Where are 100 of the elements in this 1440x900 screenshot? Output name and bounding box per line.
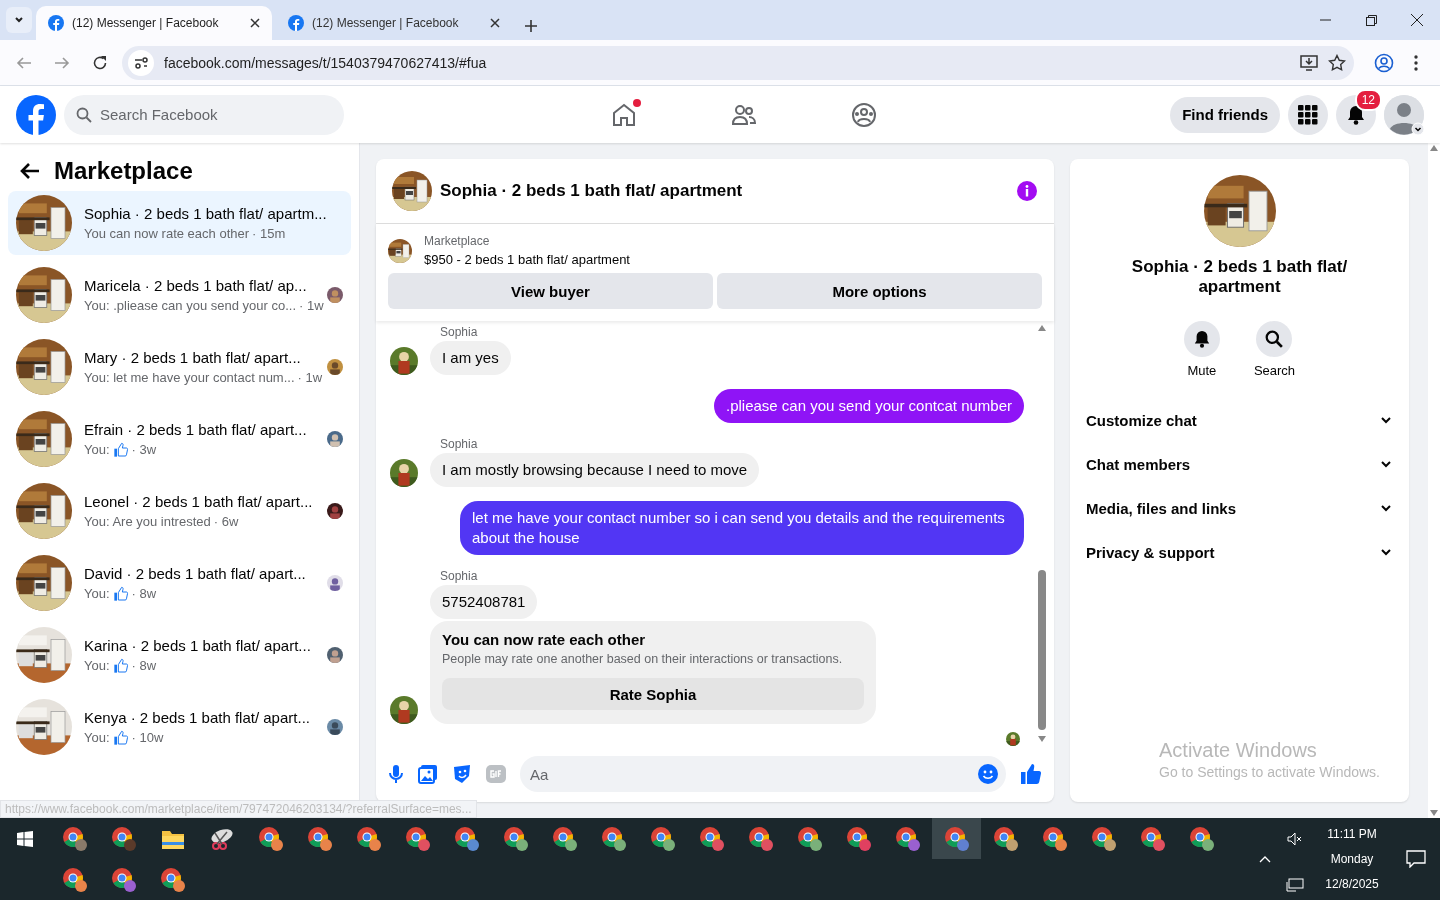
browser-icon[interactable]	[845, 825, 872, 852]
windows-start-icon[interactable]	[17, 830, 33, 847]
conversation-item[interactable]: Sophia · 2 beds 1 bath flat/ apartm... You can now rate each other · 15m	[8, 191, 351, 255]
profile-icon[interactable]	[1374, 52, 1394, 73]
chevron-up-icon[interactable]	[1259, 855, 1271, 863]
emoji-icon[interactable]	[978, 764, 998, 784]
groups-icon[interactable]	[851, 101, 877, 128]
message-time: · 6w	[213, 514, 239, 529]
close-icon[interactable]	[1411, 14, 1423, 26]
restore-icon[interactable]	[1365, 14, 1377, 26]
search-icon	[76, 106, 92, 123]
facebook-logo[interactable]	[16, 94, 56, 135]
browser-icon[interactable]	[502, 825, 529, 852]
search-button[interactable]	[1256, 321, 1293, 357]
browser-icon[interactable]	[61, 866, 88, 893]
conversation-item[interactable]: David · 2 beds 1 bath flat/ apart... You: · 8w	[8, 551, 351, 615]
browser-icon[interactable]	[747, 825, 774, 852]
conversation-title: Efrain · 2 beds 1 bath flat/ apart...	[84, 420, 308, 438]
browser-icon[interactable]	[110, 825, 137, 852]
conversation-item[interactable]: Karina · 2 beds 1 bath flat/ apart... You: · 8w	[8, 623, 351, 687]
scrollbar-thumb[interactable]	[1038, 570, 1046, 730]
account-button[interactable]	[1384, 94, 1424, 135]
network-icon[interactable]	[1286, 878, 1304, 892]
listing-label: Marketplace	[424, 234, 491, 248]
mute-button[interactable]	[1183, 321, 1220, 357]
tab-search-button[interactable]	[6, 7, 32, 33]
conversation-item[interactable]: Kenya · 2 beds 1 bath flat/ apart... You: · 10w	[8, 695, 351, 759]
browser-icon[interactable]	[796, 825, 823, 852]
site-settings-icon[interactable]	[128, 49, 154, 76]
browser-icon[interactable]	[600, 825, 627, 852]
more-icon[interactable]	[1414, 54, 1418, 71]
listing-button[interactable]: View buyer	[388, 273, 713, 309]
browser-icon[interactable]	[355, 825, 382, 852]
scroll-up-arrow[interactable]	[1038, 325, 1046, 331]
details-section[interactable]: Media, files and links	[1070, 486, 1409, 530]
browser-icon[interactable]	[1188, 825, 1215, 852]
install-app-icon[interactable]	[1300, 53, 1318, 72]
message-preview: You:	[84, 658, 110, 673]
new-tab-button[interactable]	[524, 19, 538, 33]
clock-date[interactable]: 12/8/2025	[1325, 876, 1379, 891]
chat-title: Sophia · 2 beds 1 bath flat/ apartment	[440, 181, 744, 201]
clock-day[interactable]: Monday	[1330, 852, 1374, 866]
find-friends-button[interactable]: Find friends	[1170, 96, 1280, 133]
message-time: · 1w	[299, 298, 324, 313]
browser-tab[interactable]: (12) Messenger | Facebook	[36, 6, 272, 40]
image-icon[interactable]	[418, 764, 438, 784]
home-icon[interactable]	[611, 101, 637, 128]
activation-text: Go to Settings to activate Windows.	[1159, 764, 1380, 780]
browser-icon[interactable]	[257, 825, 284, 852]
search-field[interactable]: Search Facebook	[64, 94, 344, 135]
browser-icon[interactable]	[453, 825, 480, 852]
message-preview: You: Are you intrested	[84, 514, 211, 529]
star-icon[interactable]	[1328, 53, 1346, 72]
browser-icon[interactable]	[894, 825, 921, 852]
notification-icon[interactable]	[1406, 850, 1426, 868]
scroll-up-arrow[interactable]	[1430, 145, 1438, 151]
clock-time[interactable]: 11:11 PM	[1327, 827, 1377, 842]
browser-icon[interactable]	[61, 825, 88, 852]
microphone-icon[interactable]	[388, 764, 404, 784]
conversation-item[interactable]: Mary · 2 beds 1 bath flat/ apart... You: let me have your contact num... · 1w	[8, 335, 351, 399]
sender-name: Sophia	[440, 325, 479, 339]
details-section[interactable]: Chat members	[1070, 442, 1409, 486]
browser-icon[interactable]	[1090, 825, 1117, 852]
rate-button[interactable]: Rate Sophia	[442, 678, 864, 710]
menu-button[interactable]	[1288, 94, 1328, 135]
browser-icon[interactable]	[1041, 825, 1068, 852]
conversation-item[interactable]: Maricela · 2 beds 1 bath flat/ ap... You: .pliease can you send your co... · 1w	[8, 263, 351, 327]
info-icon[interactable]	[1016, 180, 1038, 202]
browser-icon[interactable]	[306, 825, 333, 852]
browser-icon[interactable]	[1139, 825, 1166, 852]
browser-icon[interactable]	[110, 866, 137, 893]
mute-speaker-icon[interactable]	[1287, 832, 1303, 846]
conversation-item[interactable]: Leonel · 2 beds 1 bath flat/ apart... You: Are you intrested · 6w	[8, 479, 351, 543]
browser-icon[interactable]	[551, 825, 578, 852]
minimize-icon[interactable]	[1319, 19, 1331, 21]
conversation-title: Kenya · 2 beds 1 bath flat/ apart...	[84, 708, 311, 726]
scroll-down-arrow[interactable]	[1430, 810, 1438, 816]
sent-message: let me have your contact number so i can send you details and the requirements about the house	[460, 501, 1024, 555]
conversation-item[interactable]: Efrain · 2 beds 1 bath flat/ apart... You: · 3w	[8, 407, 351, 471]
details-section[interactable]: Customize chat	[1070, 398, 1409, 442]
browser-icon[interactable]	[649, 825, 676, 852]
browser-icon[interactable]	[159, 866, 186, 893]
browser-icon[interactable]	[404, 825, 431, 852]
browser-icon[interactable]	[992, 825, 1019, 852]
details-section[interactable]: Privacy & support	[1070, 530, 1409, 574]
back-arrow-icon[interactable]	[20, 161, 40, 181]
message-input[interactable]: Aa	[520, 756, 1006, 792]
close-icon[interactable]	[250, 18, 260, 28]
browser-icon[interactable]	[698, 825, 725, 852]
forward-arrow-icon[interactable]	[54, 54, 70, 71]
thumbs-up-icon[interactable]	[1020, 763, 1042, 785]
close-icon[interactable]	[490, 18, 500, 28]
listing-button[interactable]: More options	[717, 273, 1042, 309]
conversation-title: Karina · 2 beds 1 bath flat/ apart...	[84, 636, 312, 654]
scroll-down-arrow[interactable]	[1038, 736, 1046, 742]
browser-icon[interactable]	[943, 825, 970, 852]
sticker-icon[interactable]	[452, 764, 472, 784]
reload-icon[interactable]	[92, 54, 108, 71]
action-label: Mute	[1187, 363, 1217, 378]
browser-tab[interactable]: (12) Messenger | Facebook	[276, 6, 512, 40]
